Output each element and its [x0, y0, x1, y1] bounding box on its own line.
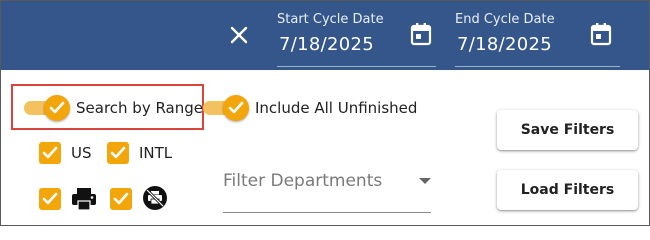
end-cycle-date-field[interactable]: End Cycle Date 7/18/2025 — [455, 10, 620, 67]
search-by-range-toggle[interactable]: Search by Range — [24, 95, 203, 121]
calendar-icon[interactable] — [590, 22, 612, 46]
printer-icon — [71, 187, 97, 215]
search-by-range-label: Search by Range — [76, 99, 204, 117]
us-label: US — [71, 144, 92, 162]
filter-departments-select[interactable]: Filter Departments — [223, 160, 431, 213]
end-cycle-date-value[interactable]: 7/18/2025 — [457, 34, 552, 55]
calendar-icon[interactable] — [410, 22, 432, 46]
no-print-checkbox[interactable] — [110, 188, 132, 210]
start-cycle-date-value[interactable]: 7/18/2025 — [279, 34, 374, 55]
filter-departments-placeholder: Filter Departments — [223, 171, 383, 191]
intl-checkbox[interactable] — [107, 142, 129, 164]
end-cycle-date-label: End Cycle Date — [455, 12, 555, 27]
load-filters-button[interactable]: Load Filters — [497, 170, 638, 210]
start-cycle-date-label: Start Cycle Date — [277, 12, 384, 27]
us-checkbox[interactable] — [39, 142, 61, 164]
print-checkbox[interactable] — [39, 188, 61, 210]
toggle-switch[interactable] — [24, 95, 72, 121]
header-bar: Start Cycle Date 7/18/2025 End Cycle Dat… — [0, 0, 650, 70]
include-all-unfinished-toggle[interactable]: Include All Unfinished — [203, 95, 417, 121]
check-icon — [44, 95, 70, 121]
print-disabled-icon — [142, 185, 168, 215]
intl-label: INTL — [139, 144, 173, 162]
chevron-down-icon[interactable] — [419, 178, 431, 184]
toggle-switch[interactable] — [203, 95, 251, 121]
include-all-unfinished-label: Include All Unfinished — [255, 99, 418, 117]
check-icon — [223, 95, 249, 121]
close-icon[interactable] — [226, 22, 252, 48]
save-filters-button[interactable]: Save Filters — [497, 110, 638, 150]
start-cycle-date-field[interactable]: Start Cycle Date 7/18/2025 — [277, 10, 436, 67]
